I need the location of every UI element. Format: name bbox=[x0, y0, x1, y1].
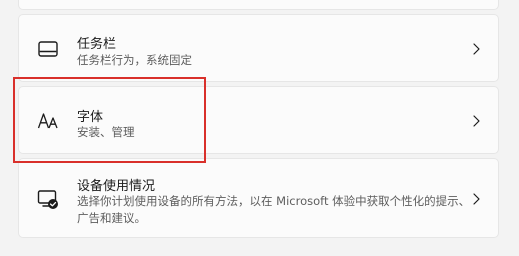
chevron-right-icon bbox=[473, 115, 480, 127]
previous-settings-card[interactable] bbox=[18, 0, 499, 10]
settings-item-fonts[interactable]: 字体 安装、管理 bbox=[18, 86, 499, 154]
settings-item-title: 设备使用情况 bbox=[77, 179, 156, 194]
settings-item-taskbar[interactable]: 任务栏 任务栏行为，系统固定 bbox=[18, 14, 499, 82]
settings-item-title: 任务栏 bbox=[77, 37, 117, 52]
chevron-right-icon bbox=[473, 43, 480, 55]
settings-item-description: 选择你计划使用设备的所有方法，以在 Microsoft 体验中获取个性化的提示、… bbox=[77, 194, 471, 225]
settings-item-description: 安装、管理 bbox=[77, 125, 135, 139]
settings-item-device-usage[interactable]: 设备使用情况 选择你计划使用设备的所有方法，以在 Microsoft 体验中获取… bbox=[18, 158, 499, 238]
taskbar-icon bbox=[38, 41, 58, 57]
settings-item-title: 字体 bbox=[77, 110, 104, 125]
settings-item-description: 任务栏行为，系统固定 bbox=[77, 53, 192, 67]
font-icon bbox=[37, 113, 58, 129]
device-usage-icon bbox=[37, 190, 58, 209]
chevron-right-icon bbox=[473, 193, 480, 205]
